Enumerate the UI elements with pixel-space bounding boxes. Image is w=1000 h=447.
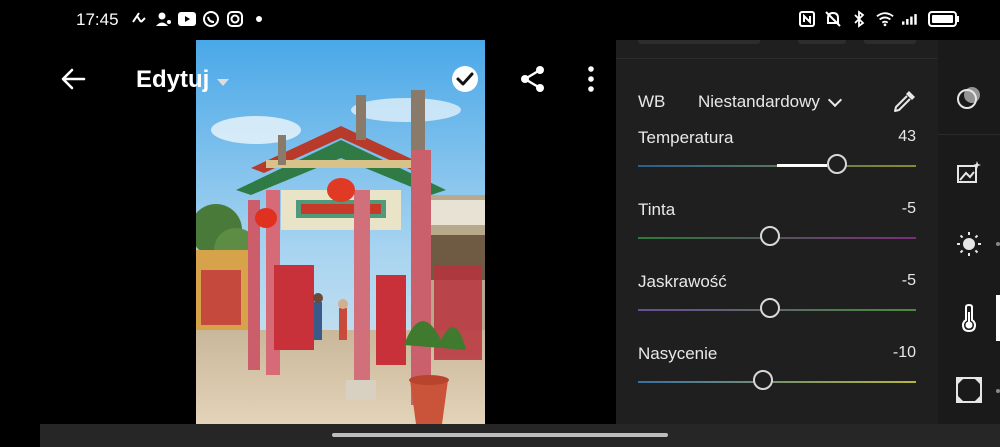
slider-nasycenie: Nasycenie -10 (638, 344, 916, 404)
status-time: 17:45 (76, 10, 119, 29)
share-icon (521, 66, 544, 92)
edit-mode-dropdown[interactable]: Edytuj (136, 66, 230, 94)
slider-thumb[interactable] (760, 226, 781, 246)
slider-label: Tinta (638, 200, 676, 219)
battery-icon (928, 10, 960, 28)
slider-track[interactable] (638, 164, 916, 167)
chevron-down-icon (827, 92, 842, 107)
panel-divider (616, 58, 938, 59)
masking-icon (957, 87, 980, 109)
slider-jaskrawo-: Jaskrawość -5 (638, 272, 916, 332)
calls-icon (130, 10, 148, 28)
slider-value: -5 (901, 272, 916, 289)
slider-value: -5 (901, 200, 916, 217)
slider-thumb[interactable] (760, 298, 781, 318)
color-edit-panel: WB Niestandardowy Temperatura 43 Tinta -5 Ja… (616, 40, 938, 424)
rail-effects-button[interactable] (955, 376, 983, 404)
vignette-icon (956, 377, 982, 403)
slider-label: Jaskrawość (638, 272, 727, 291)
slider-tinta: Tinta -5 (638, 200, 916, 260)
slider-label: Temperatura (638, 128, 734, 147)
more-options-button[interactable] (578, 64, 604, 94)
status-bar: 17:45 (0, 0, 1000, 40)
instagram-icon (226, 10, 244, 28)
nfc-icon (798, 10, 816, 28)
rail-color-button[interactable] (955, 304, 983, 332)
slider-value: 43 (898, 128, 916, 145)
rail-auto-enhance-button[interactable] (955, 158, 983, 186)
rail-active-indicator (996, 295, 1000, 341)
dot-icon (250, 10, 268, 28)
auto-enhance-icon (957, 161, 981, 183)
signal-icon (902, 10, 920, 28)
wb-mode-dropdown[interactable]: Niestandardowy (698, 92, 842, 112)
eyedropper-icon (894, 91, 915, 112)
back-button[interactable] (58, 63, 90, 95)
slider-fill (777, 164, 827, 167)
bluetooth-icon (850, 10, 868, 28)
panel-top-tabs (638, 40, 918, 46)
white-balance-row: WB Niestandardowy (638, 90, 918, 114)
contact-icon (154, 10, 172, 28)
wifi-icon (876, 10, 894, 28)
whatsapp-icon (202, 10, 220, 28)
slider-thumb[interactable] (826, 154, 847, 174)
rail-indicator-dot (996, 389, 1000, 393)
color-temp-icon (961, 304, 977, 332)
check-circle-icon (452, 66, 478, 92)
tool-rail (938, 40, 1000, 424)
rail-divider (938, 134, 1000, 135)
confirm-button[interactable] (450, 64, 480, 94)
edit-mode-title: Edytuj (136, 66, 210, 93)
panel-tab-stub[interactable] (798, 40, 846, 44)
wb-label: WB (638, 92, 666, 111)
edited-photo[interactable] (196, 40, 485, 424)
mute-icon (824, 10, 842, 28)
slider-track[interactable] (638, 381, 916, 383)
status-icons-left (130, 10, 268, 28)
slider-label: Nasycenie (638, 344, 718, 363)
eyedropper-button[interactable] (892, 88, 918, 114)
status-icons-right (798, 10, 960, 28)
photo-image (196, 40, 485, 424)
rail-light-button[interactable] (955, 230, 983, 258)
share-button[interactable] (518, 64, 548, 94)
system-nav-bar (40, 424, 1000, 447)
back-arrow-icon (61, 68, 86, 90)
rail-indicator-dot (996, 242, 1000, 246)
home-gesture-handle[interactable] (332, 433, 668, 437)
light-icon (957, 232, 981, 256)
rail-masking-button[interactable] (955, 84, 983, 112)
youtube-icon (178, 10, 196, 28)
panel-tab-stub[interactable] (638, 40, 760, 44)
caret-down-icon (217, 78, 230, 86)
slider-thumb[interactable] (753, 370, 774, 390)
more-vert-icon (588, 66, 594, 92)
photo-canvas[interactable] (0, 40, 616, 424)
wb-mode-value: Niestandardowy (698, 92, 820, 111)
slider-temperatura: Temperatura 43 (638, 128, 916, 188)
panel-tab-stub[interactable] (864, 40, 916, 44)
slider-value: -10 (892, 344, 916, 361)
